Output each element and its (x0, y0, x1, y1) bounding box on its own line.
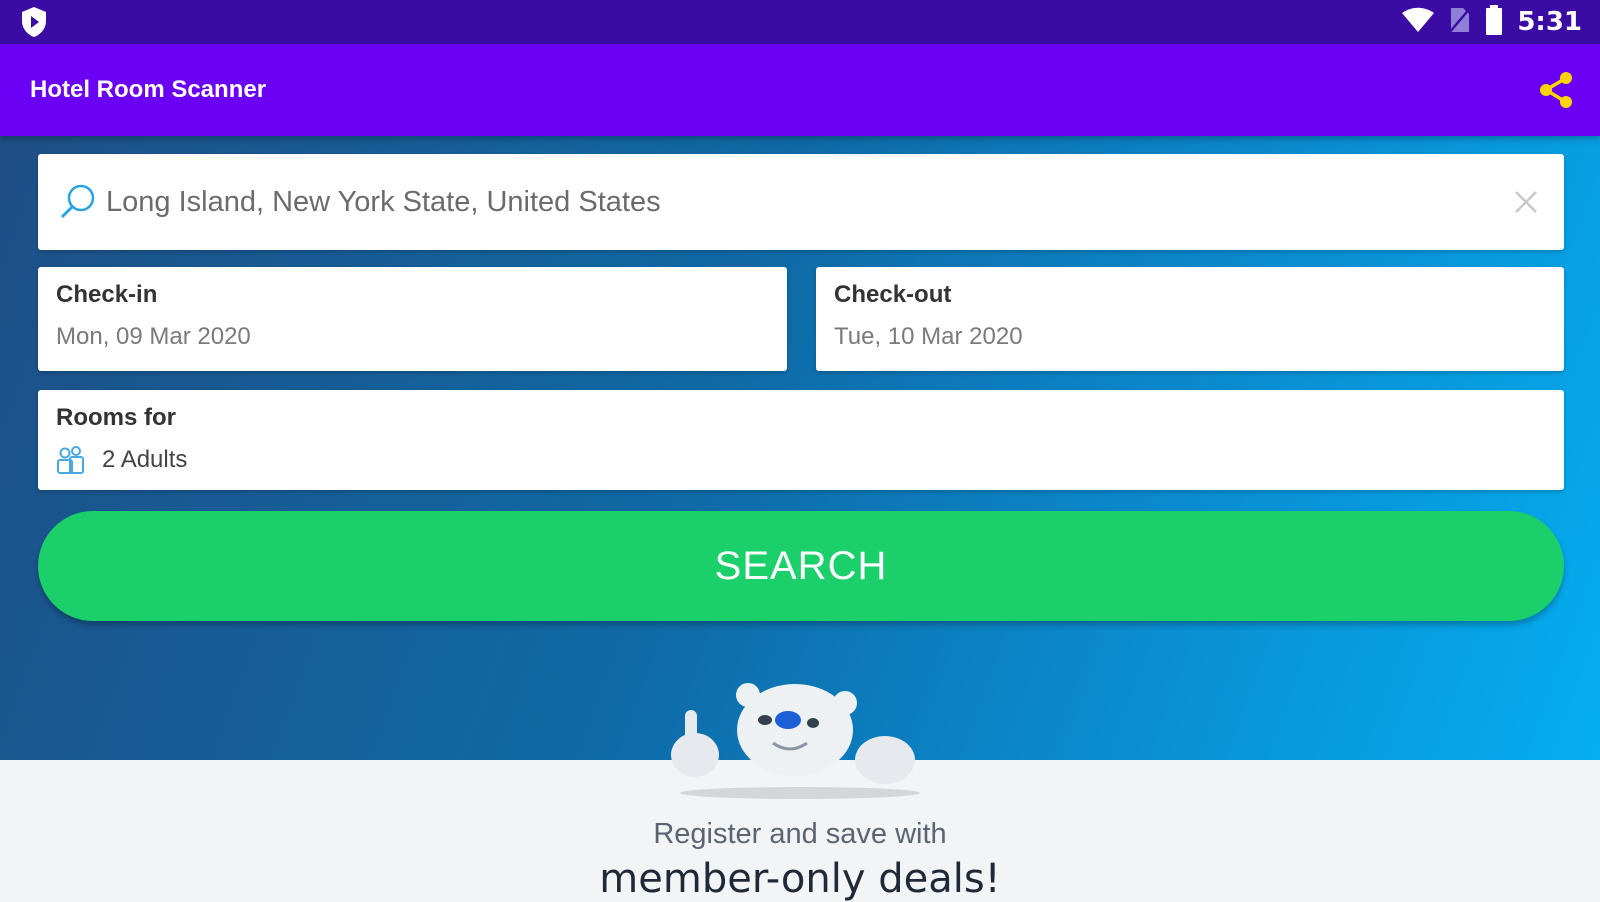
destination-input[interactable] (100, 185, 1506, 219)
status-bar: 5:31 (0, 0, 1600, 44)
rooms-field[interactable]: Rooms for 2 Adults (38, 390, 1564, 490)
guests-icon (56, 444, 92, 476)
polar-bear-mascot-image (671, 683, 920, 799)
search-button[interactable]: SEARCH (38, 511, 1564, 621)
promo-subtitle: Register and save with (653, 818, 947, 850)
checkout-label: Check-out (834, 281, 952, 308)
checkout-field[interactable]: Check-out Tue, 10 Mar 2020 (816, 267, 1564, 371)
checkout-value: Tue, 10 Mar 2020 (834, 323, 1023, 350)
promo-title: member-only deals! (599, 856, 1001, 902)
no-sim-icon (1448, 5, 1473, 39)
rooms-value: 2 Adults (102, 446, 188, 473)
app-bar: Hotel Room Scanner (0, 44, 1600, 136)
close-icon[interactable] (1506, 182, 1546, 222)
shield-play-icon (20, 6, 48, 38)
rooms-label: Rooms for (56, 404, 176, 431)
app-title: Hotel Room Scanner (30, 76, 267, 103)
status-time: 5:31 (1517, 7, 1582, 37)
status-left (20, 6, 48, 38)
destination-search-card[interactable] (38, 154, 1564, 250)
checkin-field[interactable]: Check-in Mon, 09 Mar 2020 (38, 267, 787, 371)
status-right: 5:31 (1401, 4, 1582, 40)
search-icon (56, 180, 100, 224)
checkin-value: Mon, 09 Mar 2020 (56, 323, 251, 350)
checkin-label: Check-in (56, 281, 158, 308)
share-icon[interactable] (1534, 68, 1578, 112)
wifi-icon (1401, 7, 1435, 38)
rooms-row: 2 Adults (56, 444, 1546, 476)
battery-icon (1485, 4, 1503, 40)
